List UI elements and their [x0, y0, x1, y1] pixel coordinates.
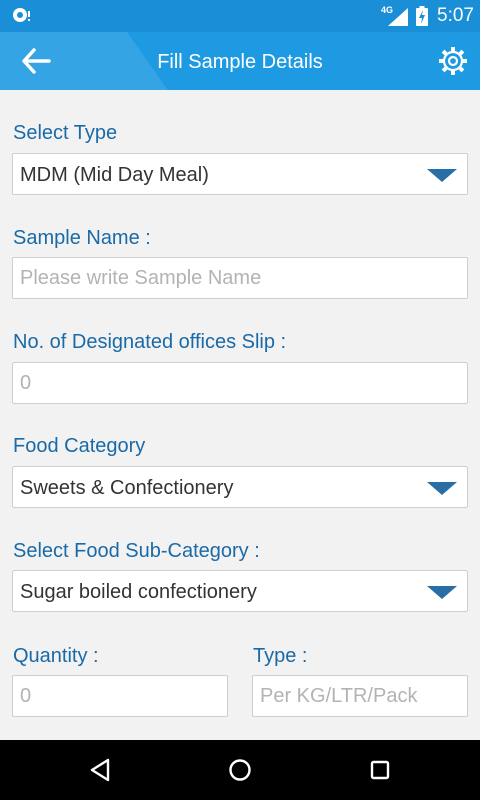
clock: 5:07 — [437, 5, 474, 26]
page-title: Fill Sample Details — [157, 51, 323, 73]
dropdown-arrow-icon — [427, 586, 457, 599]
gear-icon — [439, 47, 467, 75]
signal-icon — [388, 8, 408, 31]
battery-icon — [416, 6, 428, 31]
system-navigation-bar — [0, 740, 480, 800]
sub-category-label: Select Food Sub-Category : — [13, 540, 260, 562]
slip-count-input[interactable] — [12, 362, 468, 404]
dropdown-arrow-icon — [427, 482, 457, 495]
food-category-label: Food Category — [13, 435, 146, 457]
sub-category-dropdown[interactable]: Sugar boiled confectionery — [12, 570, 468, 612]
select-type-dropdown[interactable]: MDM (Mid Day Meal) — [12, 153, 468, 195]
slip-label: No. of Designated offices Slip : — [13, 331, 287, 353]
app-notification-icon — [10, 6, 32, 26]
unit-type-input[interactable] — [252, 675, 468, 717]
sample-name-label: Sample Name : — [13, 227, 151, 249]
food-category-value: Sweets & Confectionery — [20, 477, 234, 499]
sub-category-value: Sugar boiled confectionery — [20, 581, 257, 603]
select-type-label: Select Type — [13, 122, 118, 144]
select-type-value: MDM (Mid Day Meal) — [20, 164, 209, 186]
triangle-back-icon — [90, 758, 110, 782]
quantity-label: Quantity : — [13, 645, 99, 667]
food-category-dropdown[interactable]: Sweets & Confectionery — [12, 466, 468, 508]
sample-name-input[interactable] — [12, 257, 468, 299]
nav-home-button[interactable] — [225, 755, 255, 785]
dropdown-arrow-icon — [427, 169, 457, 182]
nav-back-button[interactable] — [85, 755, 115, 785]
quantity-input[interactable] — [12, 675, 228, 717]
app-bar: Fill Sample Details — [0, 32, 480, 90]
square-recents-icon — [370, 760, 390, 780]
circle-home-icon — [229, 759, 251, 781]
status-bar: 4G 5:07 — [0, 0, 480, 32]
settings-button[interactable] — [436, 44, 470, 78]
unit-type-label: Type : — [253, 645, 308, 667]
nav-recents-button[interactable] — [365, 755, 395, 785]
